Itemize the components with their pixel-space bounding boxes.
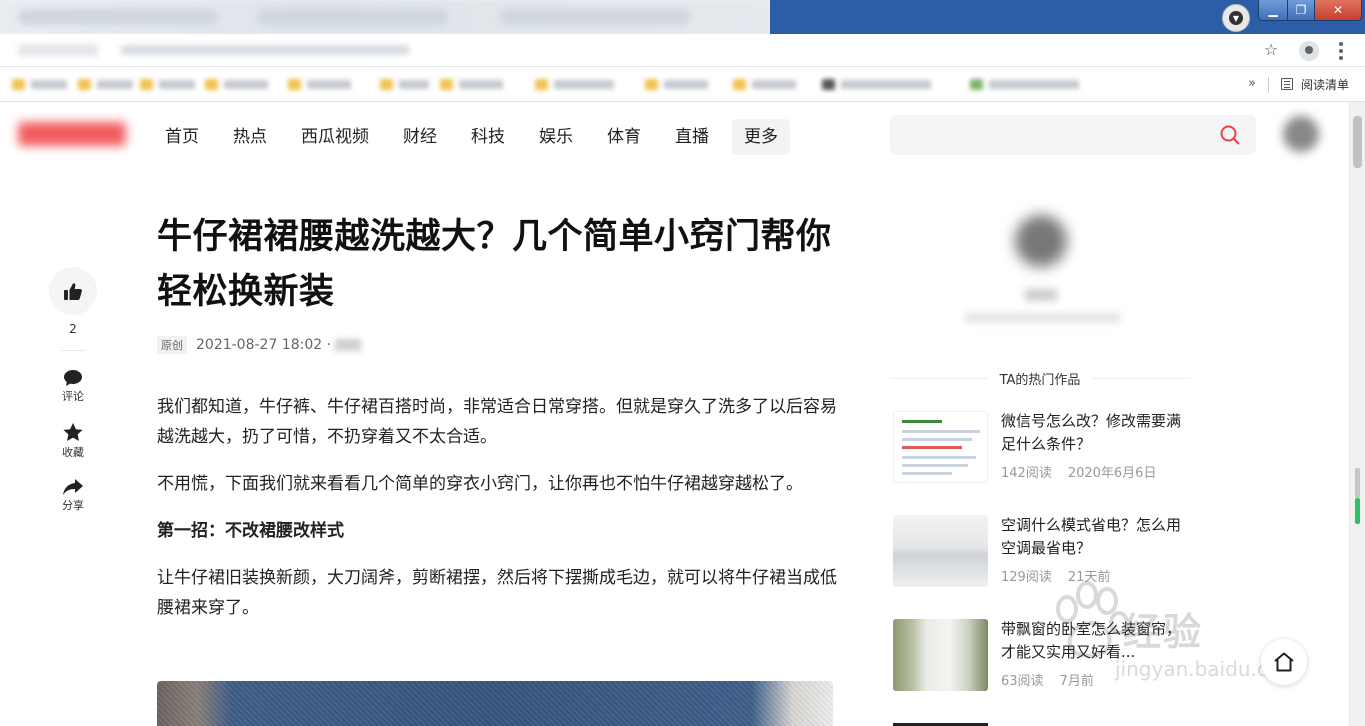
address-bar-row: ☆ — [0, 34, 1365, 67]
comment-icon — [64, 370, 82, 386]
nav-item-sports[interactable]: 体育 — [590, 119, 658, 155]
share-label: 分享 — [62, 499, 84, 512]
bookmark-item[interactable] — [140, 77, 195, 91]
search-input[interactable] — [890, 115, 1256, 155]
watermark-brand: 经验 — [1123, 610, 1204, 654]
bookmark-star-icon[interactable]: ☆ — [1262, 41, 1280, 59]
scrollbar-thumb[interactable] — [1353, 116, 1362, 168]
author-avatar[interactable] — [1015, 215, 1067, 267]
author-description-blurred — [965, 313, 1120, 323]
article-actions: 2 评论 收藏 分享 — [49, 267, 97, 531]
publish-datetime: 2021-08-27 18:02 · — [196, 337, 332, 353]
account-icon[interactable] — [1299, 41, 1319, 61]
like-button[interactable] — [49, 267, 97, 315]
bookmark-item[interactable] — [440, 77, 503, 91]
hot-work-thumbnail[interactable] — [893, 515, 988, 587]
search-icon[interactable] — [1220, 125, 1240, 145]
article-meta: 原创 2021-08-27 18:02 · — [157, 336, 362, 354]
user-avatar[interactable] — [1283, 116, 1319, 152]
article-image-denim — [157, 681, 833, 726]
nav-item-live[interactable]: 直播 — [658, 119, 726, 155]
bookmark-item[interactable] — [822, 77, 931, 91]
nav-more-button[interactable]: 更多 — [732, 119, 790, 155]
site-logo[interactable] — [18, 122, 126, 146]
nav-item-entertainment[interactable]: 娱乐 — [522, 119, 590, 155]
bookmark-item[interactable] — [288, 77, 351, 91]
hot-work-thumbnail[interactable] — [893, 619, 988, 691]
nav-item-home[interactable]: 首页 — [148, 119, 216, 155]
reading-list-button[interactable]: 阅读清单 — [1281, 76, 1349, 92]
star-icon — [63, 423, 83, 441]
bookmarks-bar: » 阅读清单 — [0, 67, 1365, 102]
navigation-buttons[interactable] — [18, 44, 98, 56]
browser-tab[interactable] — [258, 9, 448, 25]
nav-item-xigua-video[interactable]: 西瓜视频 — [284, 119, 386, 155]
read-count: 142阅读 — [1001, 466, 1052, 481]
tabs-blurred — [0, 0, 770, 34]
hot-work-meta: 142阅读 2020年6月6日 — [1001, 462, 1156, 481]
baidu-jingyan-watermark: 经验 jingyan.baidu.com — [1045, 579, 1300, 689]
scroll-marker-green — [1355, 498, 1360, 524]
window-close-button[interactable]: ✕ — [1314, 0, 1362, 21]
paragraph: 不用慌，下面我们就来看看几个简单的穿衣小窍门，让你再也不怕牛仔裙越穿越松了。 — [157, 474, 803, 494]
site-nav: 首页 热点 西瓜视频 财经 科技 娱乐 体育 直播 更多 — [148, 119, 790, 155]
comment-label: 评论 — [62, 390, 84, 403]
article-title: 牛仔裙裙腰越洗越大？几个简单小窍门帮你轻松换新装 — [157, 217, 832, 312]
address-bar[interactable] — [110, 39, 1250, 61]
favorite-button[interactable]: 收藏 — [49, 422, 97, 459]
section-heading: 第一招：不改裙腰改样式 — [157, 521, 344, 541]
bookmark-item[interactable] — [12, 77, 67, 91]
window-minimize-button[interactable]: ▁ — [1258, 0, 1288, 21]
bookmark-item[interactable] — [645, 77, 708, 91]
home-icon — [1274, 652, 1294, 672]
paragraph: 我们都知道，牛仔裤、牛仔裙百搭时尚，非常适合日常穿搭。但就是穿久了洗多了以后容易… — [157, 397, 837, 447]
original-tag: 原创 — [157, 336, 187, 354]
nav-item-tech[interactable]: 科技 — [454, 119, 522, 155]
bookmark-item[interactable] — [535, 77, 614, 91]
share-arrow-icon — [63, 479, 83, 495]
browser-menu-icon[interactable] — [1338, 42, 1344, 60]
hot-work-title[interactable]: 微信号怎么改？修改需要满足什么条件？ — [1001, 410, 1186, 456]
hot-works-heading: TA的热门作品 — [890, 368, 1191, 388]
hot-work-title[interactable]: 空调什么模式省电？怎么用空调最省电？ — [1001, 514, 1186, 560]
bookmark-item[interactable] — [205, 77, 268, 91]
back-to-home-button[interactable] — [1261, 639, 1307, 685]
actions-divider — [61, 350, 85, 351]
hot-work-thumbnail[interactable] — [893, 411, 988, 483]
bookmarks-overflow-button[interactable]: » — [1248, 76, 1256, 91]
scroll-marker — [1355, 468, 1360, 498]
author-name-blurred[interactable] — [335, 339, 362, 351]
browser-tab[interactable] — [500, 9, 690, 25]
paw-logo-icon — [1056, 581, 1129, 658]
window-maximize-button[interactable]: ❐ — [1287, 0, 1315, 21]
paragraph: 让牛仔裙旧装换新颜，大刀阔斧，剪断裙摆，然后将下摆撕成毛边，就可以将牛仔裙当成低… — [157, 568, 837, 618]
hot-works-title: TA的热门作品 — [999, 372, 1081, 388]
hot-work-card[interactable]: 空调什么模式省电？怎么用空调最省电？ 129阅读 21天前 — [893, 515, 1193, 589]
nav-item-finance[interactable]: 财经 — [386, 119, 454, 155]
hot-work-card[interactable]: 微信号怎么改？修改需要满足什么条件？ 142阅读 2020年6月6日 — [893, 411, 1193, 485]
reading-list-icon — [1281, 78, 1293, 90]
like-count: 2 — [69, 322, 77, 336]
url-text-blurred — [120, 45, 410, 55]
bookmark-item[interactable] — [78, 77, 133, 91]
thumbs-up-icon — [64, 282, 82, 300]
comment-button[interactable]: 评论 — [49, 369, 97, 403]
publish-date: 2020年6月6日 — [1067, 466, 1157, 481]
tab-search-dropdown-icon[interactable]: ▼ — [1222, 4, 1250, 32]
article-body: 我们都知道，牛仔裤、牛仔裙百搭时尚，非常适合日常穿搭。但就是穿久了洗多了以后容易… — [157, 392, 837, 640]
bookmark-item[interactable] — [380, 77, 429, 91]
bookmarks-divider — [1268, 77, 1269, 93]
bookmark-item[interactable] — [733, 77, 796, 91]
page-scrollbar[interactable] — [1349, 102, 1365, 726]
share-button[interactable]: 分享 — [49, 478, 97, 512]
bookmark-item[interactable] — [970, 77, 1079, 91]
browser-tab[interactable] — [18, 9, 218, 25]
favorite-label: 收藏 — [62, 446, 84, 459]
web-page: 首页 热点 西瓜视频 财经 科技 娱乐 体育 直播 更多 2 评论 收藏 分享 … — [0, 102, 1349, 726]
nav-item-hot[interactable]: 热点 — [216, 119, 284, 155]
read-count: 63阅读 — [1001, 674, 1044, 689]
reading-list-label: 阅读清单 — [1301, 77, 1350, 92]
author-name-blurred[interactable] — [1025, 289, 1057, 301]
